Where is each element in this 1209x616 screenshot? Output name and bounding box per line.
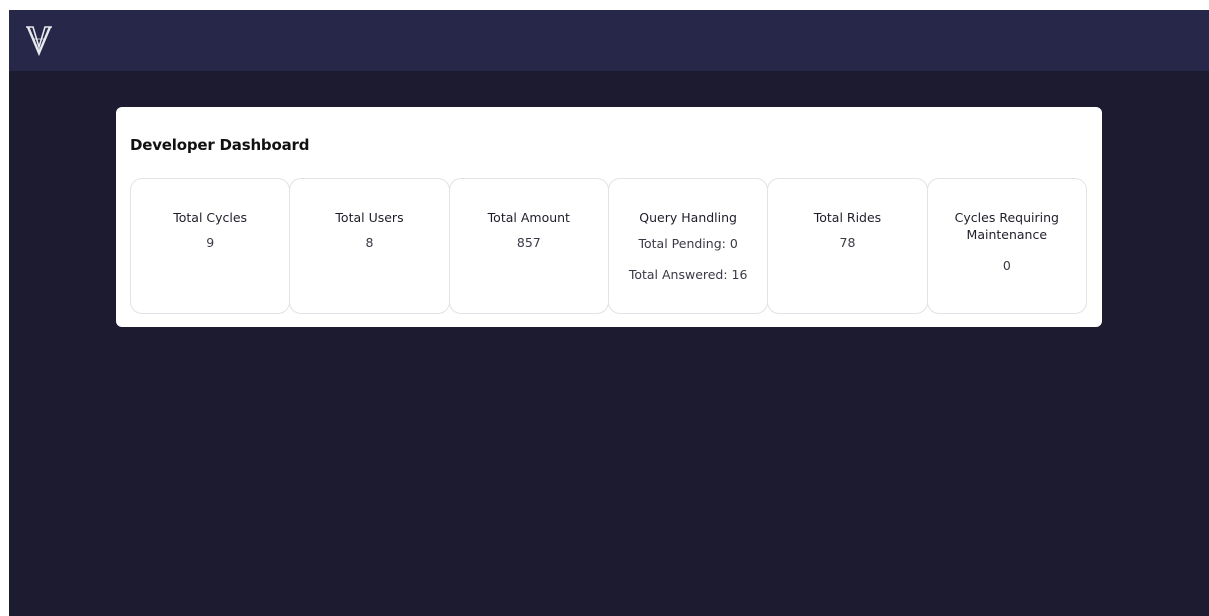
stat-value: 8 [365, 235, 374, 250]
total-answered-text: Total Answered: 16 [628, 267, 748, 282]
top-navbar [9, 10, 1209, 71]
stat-title: Cycles Requiring Maintenance [954, 210, 1059, 242]
developer-dashboard-card: Developer Dashboard Total Cycles 9 Total… [116, 107, 1102, 327]
stat-value: 78 [839, 235, 856, 250]
stat-card-query-handling: Query Handling Total Pending: 0 Total An… [607, 178, 769, 314]
stat-value: 857 [516, 235, 541, 250]
stat-card-total-cycles: Total Cycles 9 [130, 178, 291, 314]
stat-title: Query Handling [639, 210, 737, 225]
stat-card-total-rides: Total Rides 78 [767, 178, 928, 314]
stat-title: Total Rides [813, 210, 882, 225]
stat-title: Total Amount [487, 210, 570, 225]
total-pending-text: Total Pending: 0 [638, 236, 738, 251]
stat-card-cycles-requiring-maintenance: Cycles Requiring Maintenance 0 [926, 178, 1087, 314]
stats-row: Total Cycles 9 Total Users 8 Total Amoun… [130, 178, 1087, 314]
stat-title: Total Cycles [173, 210, 248, 225]
stat-card-total-users: Total Users 8 [289, 178, 450, 314]
app-window: Developer Dashboard Total Cycles 9 Total… [9, 10, 1209, 616]
stat-title: Total Users [335, 210, 404, 225]
stat-value: 9 [206, 235, 215, 250]
stat-value: 0 [1002, 258, 1011, 273]
stat-card-total-amount: Total Amount 857 [448, 178, 609, 314]
dashboard-title: Developer Dashboard [130, 136, 310, 154]
v-monogram-logo-icon[interactable] [24, 21, 54, 59]
